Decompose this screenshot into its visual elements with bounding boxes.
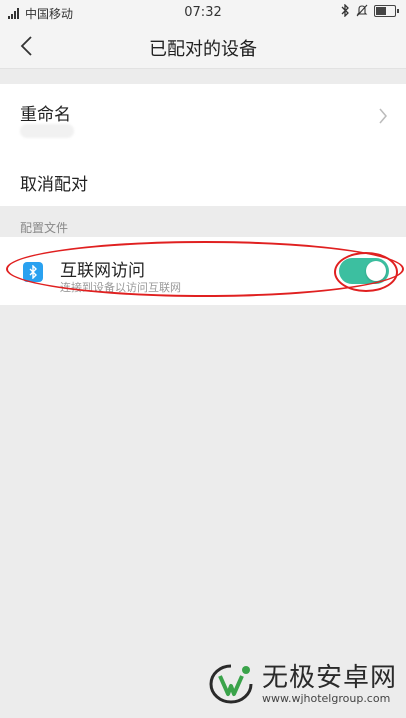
device-card: 重命名 取消配对 xyxy=(0,84,406,206)
watermark-text: 无极安卓网 www.wjhotelgroup.com xyxy=(262,664,397,705)
section-header-profiles: 配置文件 xyxy=(20,221,69,235)
device-name-value xyxy=(20,124,74,138)
unpair-label: 取消配对 xyxy=(20,175,88,195)
watermark-logo-icon xyxy=(206,662,256,706)
chevron-right-icon xyxy=(379,108,387,124)
profile-title: 互联网访问 xyxy=(60,261,145,281)
rename-row[interactable]: 重命名 xyxy=(0,84,406,154)
nav-bar: 已配对的设备 xyxy=(0,24,406,69)
status-bar: 中国移动 07:32 xyxy=(0,0,406,24)
internet-access-toggle[interactable] xyxy=(339,258,389,284)
mute-icon xyxy=(356,4,368,17)
toggle-knob xyxy=(366,261,386,281)
page-title: 已配对的设备 xyxy=(149,39,257,60)
watermark-url: www.wjhotelgroup.com xyxy=(262,691,391,705)
battery-fill xyxy=(376,6,386,15)
watermark-name: 无极安卓网 xyxy=(262,662,398,693)
unpair-row[interactable]: 取消配对 xyxy=(0,162,406,206)
battery-icon xyxy=(374,4,399,17)
bluetooth-status-icon xyxy=(341,4,349,17)
rename-label: 重命名 xyxy=(20,105,71,125)
bluetooth-icon xyxy=(23,262,43,282)
profile-subtitle: 连接到设备以访问互联网 xyxy=(60,281,181,294)
status-right xyxy=(340,4,399,17)
watermark: 无极安卓网 www.wjhotelgroup.com xyxy=(206,662,397,706)
